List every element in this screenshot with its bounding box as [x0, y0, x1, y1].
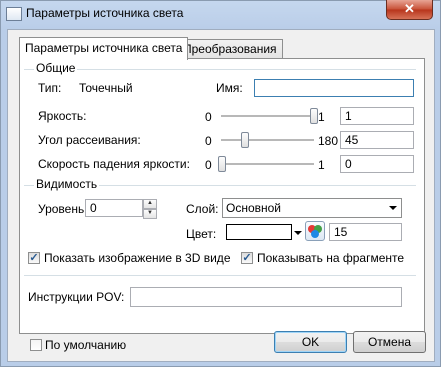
show-fragment-label[interactable]: Показывать на фрагменте [257, 251, 404, 265]
scatter-angle-label: Угол рассеивания: [38, 133, 141, 147]
group-title-visibility: Видимость [34, 177, 100, 191]
falloff-speed-label: Скорость падения яркости: [38, 157, 190, 171]
ok-button[interactable]: OK [274, 331, 347, 353]
scatter-angle-max: 180 [318, 134, 339, 148]
layer-select-value: Основной [226, 201, 282, 215]
scatter-angle-slider-thumb[interactable] [241, 132, 249, 148]
type-label-text: Тип: [38, 81, 62, 95]
level-label: Уровень: [38, 202, 88, 216]
falloff-speed-slider-thumb[interactable] [218, 156, 226, 172]
tab-transformations[interactable]: Преобразования [177, 39, 283, 59]
title-bar[interactable]: Параметры источника света ✕ [0, 0, 441, 28]
window-title: Параметры источника света [26, 6, 184, 20]
default-checkbox[interactable] [30, 339, 42, 351]
color-label: Цвет: [186, 227, 217, 241]
scatter-angle-slider-track[interactable] [221, 139, 314, 142]
name-label: Имя: [216, 81, 243, 95]
level-spinner[interactable]: ▲ ▼ [143, 199, 157, 219]
show-3d-label[interactable]: Показать изображение в 3D виде [44, 251, 231, 265]
tab-label: Параметры источника света [25, 41, 183, 55]
checkmark-icon: ✓ [29, 252, 39, 264]
brightness-min: 0 [205, 110, 212, 124]
color-palette-icon [308, 225, 322, 238]
falloff-speed-min: 0 [205, 158, 212, 172]
close-icon: ✕ [404, 1, 415, 16]
brightness-label: Яркость: [38, 109, 87, 123]
color-palette-button[interactable] [305, 221, 325, 241]
color-swatch[interactable] [226, 224, 292, 240]
brightness-slider-thumb[interactable] [310, 108, 318, 124]
brightness-input[interactable] [340, 107, 414, 125]
brightness-max: 1 [318, 110, 325, 124]
pov-label: Инструкции POV: [28, 290, 125, 304]
color-number-input[interactable] [329, 223, 402, 241]
color-dropdown-arrow-icon[interactable] [294, 231, 302, 235]
tab-panel: Общие Тип: Точечный Имя: Яркость: 0 1 Уг… [19, 58, 425, 334]
default-label[interactable]: По умолчанию [45, 338, 126, 352]
checkmark-icon: ✓ [242, 252, 252, 264]
scatter-angle-min: 0 [205, 134, 212, 148]
falloff-speed-slider-track[interactable] [221, 163, 314, 166]
close-button[interactable]: ✕ [386, 0, 433, 20]
tab-light-parameters[interactable]: Параметры источника света [19, 37, 189, 60]
dropdown-arrow-icon [389, 206, 397, 210]
tab-label: Преобразования [183, 42, 277, 56]
group-title-general: Общие [34, 61, 78, 75]
level-input[interactable] [85, 199, 143, 217]
show-fragment-checkbox[interactable]: ✓ [241, 252, 253, 264]
brightness-slider-track[interactable] [221, 115, 314, 118]
name-input[interactable] [254, 79, 414, 97]
group-divider [24, 275, 416, 276]
scatter-angle-input[interactable] [340, 131, 414, 149]
spin-up-icon[interactable]: ▲ [143, 199, 157, 209]
falloff-speed-input[interactable] [340, 155, 414, 173]
pov-input[interactable] [130, 287, 402, 307]
show-3d-checkbox[interactable]: ✓ [28, 252, 40, 264]
app-icon [6, 7, 22, 21]
falloff-speed-max: 1 [318, 158, 325, 172]
cancel-button[interactable]: Отмена [353, 331, 426, 353]
layer-label: Слой: [186, 202, 219, 216]
layer-select[interactable]: Основной [222, 198, 402, 218]
type-value: Точечный [79, 81, 133, 95]
group-divider [24, 69, 416, 70]
spin-down-icon[interactable]: ▼ [143, 209, 157, 219]
dialog-client-area: Параметры источника света Преобразования… [7, 29, 435, 362]
